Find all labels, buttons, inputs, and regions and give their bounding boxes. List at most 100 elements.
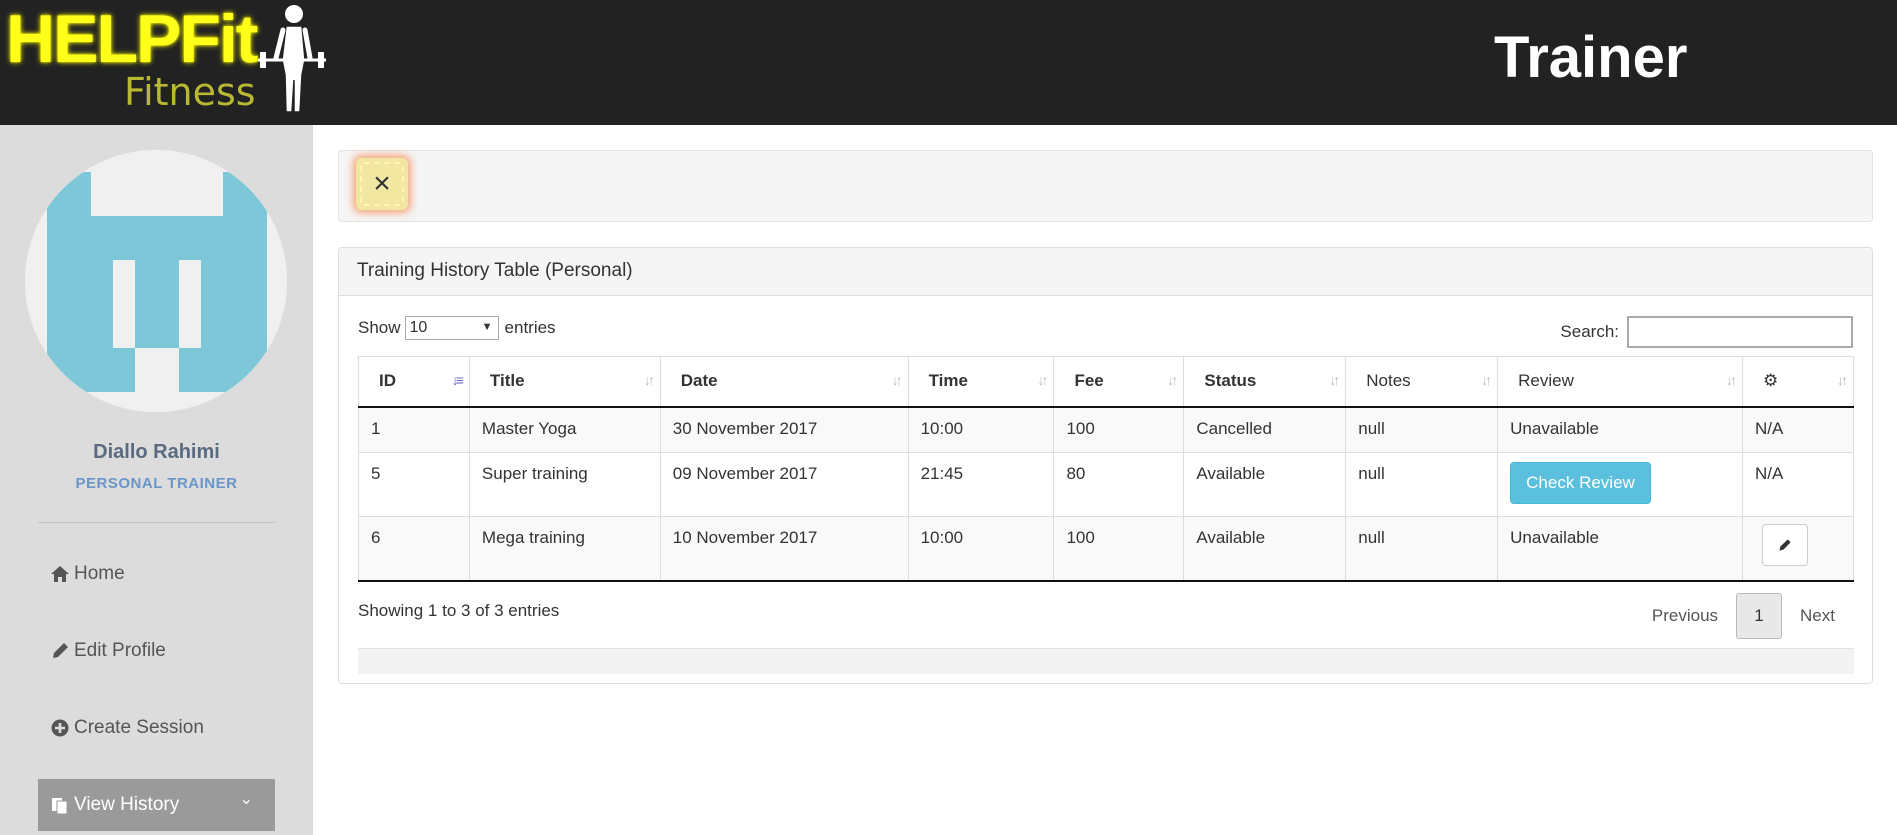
cell-status: Available — [1183, 452, 1346, 517]
user-name: Diallo Rahimi — [93, 441, 220, 463]
sidebar: Diallo Rahimi PERSONAL TRAINER Home Edit… — [0, 125, 313, 835]
search-control: Search: — [1560, 316, 1853, 348]
main-content: Training History Table (Personal) Show 1… — [313, 125, 1897, 835]
sort-icon: ↓↑ — [891, 372, 903, 388]
gear-icon: ⚙ — [1762, 371, 1779, 391]
home-icon — [51, 566, 69, 582]
cell-date: 10 November 2017 — [659, 516, 909, 582]
column-header-review[interactable]: Review ↓↑ — [1497, 356, 1743, 408]
edit-button[interactable] — [1761, 524, 1808, 566]
cell-action — [1741, 516, 1855, 582]
cell-title: Master Yoga — [468, 406, 661, 453]
length-control: Show 10 ▼ entries — [358, 316, 556, 340]
cell-id: 6 — [358, 516, 470, 582]
entries-value: 10 — [409, 319, 428, 336]
sidebar-item-label: Edit Profile — [74, 640, 166, 661]
pagination: Previous 1 Next — [1634, 593, 1853, 639]
sort-icon: ↓↑ — [1167, 372, 1178, 388]
sidebar-item-edit-profile[interactable]: Edit Profile — [38, 625, 275, 677]
sort-icon: ↓↑ — [1725, 372, 1737, 388]
sort-icon: ↓↑ — [643, 372, 655, 388]
cell-status: Available — [1183, 516, 1346, 582]
previous-button[interactable]: Previous — [1634, 606, 1736, 626]
cell-time: 10:00 — [907, 516, 1054, 582]
pencil-icon — [53, 643, 68, 658]
training-history-panel: Training History Table (Personal) Show 1… — [338, 247, 1873, 684]
column-header-fee[interactable]: Fee ↓↑ — [1053, 356, 1184, 408]
table-footer-bar — [358, 648, 1854, 674]
column-label: Title — [489, 371, 525, 391]
cell-fee: 100 — [1053, 406, 1184, 453]
table-info: Showing 1 to 3 of 3 entries — [358, 601, 560, 620]
top-header: HELPFit Fitness Trainer — [0, 0, 1897, 125]
sort-icon: ↓↑ — [1037, 372, 1048, 388]
column-label: Notes — [1366, 371, 1411, 391]
helpfit-logo[interactable]: HELPFit Fitness — [0, 0, 330, 120]
plus-circle-icon — [51, 719, 69, 737]
cell-title: Super training — [468, 452, 661, 517]
column-header-date[interactable]: Date ↓↑ — [659, 356, 909, 408]
sort-icon: ↓↑ — [1837, 372, 1848, 388]
cell-review: Unavailable — [1497, 406, 1743, 453]
cell-fee: 80 — [1053, 452, 1184, 517]
cell-id: 1 — [358, 406, 470, 453]
cell-time: 21:45 — [907, 452, 1054, 517]
logo-sub-text: Fitness — [124, 70, 256, 114]
table-row: 5 Super training 09 November 2017 21:45 … — [358, 452, 1855, 517]
close-icon: × — [360, 162, 404, 206]
column-label: Time — [928, 371, 968, 391]
sort-icon: ↓↑ — [1329, 372, 1340, 388]
cell-date: 09 November 2017 — [659, 452, 909, 517]
logo-main-text: HELPFit — [6, 1, 258, 77]
cell-review: Unavailable — [1497, 516, 1743, 582]
identicon-avatar — [25, 150, 287, 412]
column-header-status[interactable]: Status ↓↑ — [1183, 356, 1346, 408]
panel-title: Training History Table (Personal) — [339, 248, 1872, 296]
cell-id: 5 — [358, 452, 470, 517]
sidebar-item-home[interactable]: Home — [38, 548, 275, 600]
user-role: PERSONAL TRAINER — [75, 475, 238, 492]
next-button[interactable]: Next — [1782, 606, 1853, 626]
alert-panel — [338, 150, 1873, 222]
column-header-actions[interactable]: ⚙ ↓↑ — [1741, 356, 1855, 408]
pencil-icon — [1779, 539, 1791, 551]
cell-fee: 100 — [1053, 516, 1184, 582]
column-header-title[interactable]: Title ↓↑ — [468, 356, 661, 408]
caret-down-icon: ▼ — [481, 321, 493, 333]
column-header-time[interactable]: Time ↓↑ — [907, 356, 1054, 408]
sort-icon: ↓↑ — [1481, 372, 1492, 388]
cell-notes: null — [1345, 516, 1498, 582]
column-label: Date — [680, 371, 718, 391]
cell-action: N/A — [1741, 406, 1855, 453]
column-label: ID — [379, 371, 396, 391]
cell-date: 30 November 2017 — [659, 406, 909, 453]
entries-label: entries — [504, 318, 556, 337]
page-title: Trainer — [1494, 25, 1688, 90]
cell-title: Mega training — [468, 516, 661, 582]
training-history-table: ID ↓≡ Title ↓↑ Date ↓↑ Time ↓↑ Fee ↓↑ Status ↓… — [358, 356, 1855, 582]
cell-action: N/A — [1741, 452, 1855, 517]
cell-notes: null — [1345, 406, 1498, 453]
column-header-id[interactable]: ID ↓≡ — [358, 356, 470, 408]
check-review-button[interactable]: Check Review — [1510, 462, 1651, 504]
cell-notes: null — [1345, 452, 1498, 517]
page-1-button[interactable]: 1 — [1736, 593, 1783, 639]
search-label: Search: — [1560, 322, 1619, 341]
column-header-notes[interactable]: Notes ↓↑ — [1345, 356, 1498, 408]
weightlifter-icon — [258, 5, 326, 113]
chevron-down-icon: ⌄ — [239, 791, 253, 808]
column-label: Status — [1204, 371, 1257, 391]
cell-status: Cancelled — [1183, 406, 1346, 453]
sidebar-item-view-history[interactable]: View History ⌄ — [38, 779, 275, 831]
cell-time: 10:00 — [907, 406, 1054, 453]
column-label: Fee — [1074, 371, 1104, 391]
column-label: Review — [1518, 371, 1574, 391]
sidebar-item-label: View History — [74, 794, 180, 815]
sort-asc-icon: ↓≡ — [451, 372, 464, 388]
close-button[interactable]: × — [356, 158, 408, 210]
sidebar-item-create-session[interactable]: Create Session — [38, 702, 275, 754]
table-row: 6 Mega training 10 November 2017 10:00 1… — [358, 516, 1855, 582]
entries-select[interactable]: 10 ▼ — [404, 316, 499, 340]
cell-review: Check Review — [1497, 452, 1743, 517]
search-input[interactable] — [1627, 316, 1853, 348]
